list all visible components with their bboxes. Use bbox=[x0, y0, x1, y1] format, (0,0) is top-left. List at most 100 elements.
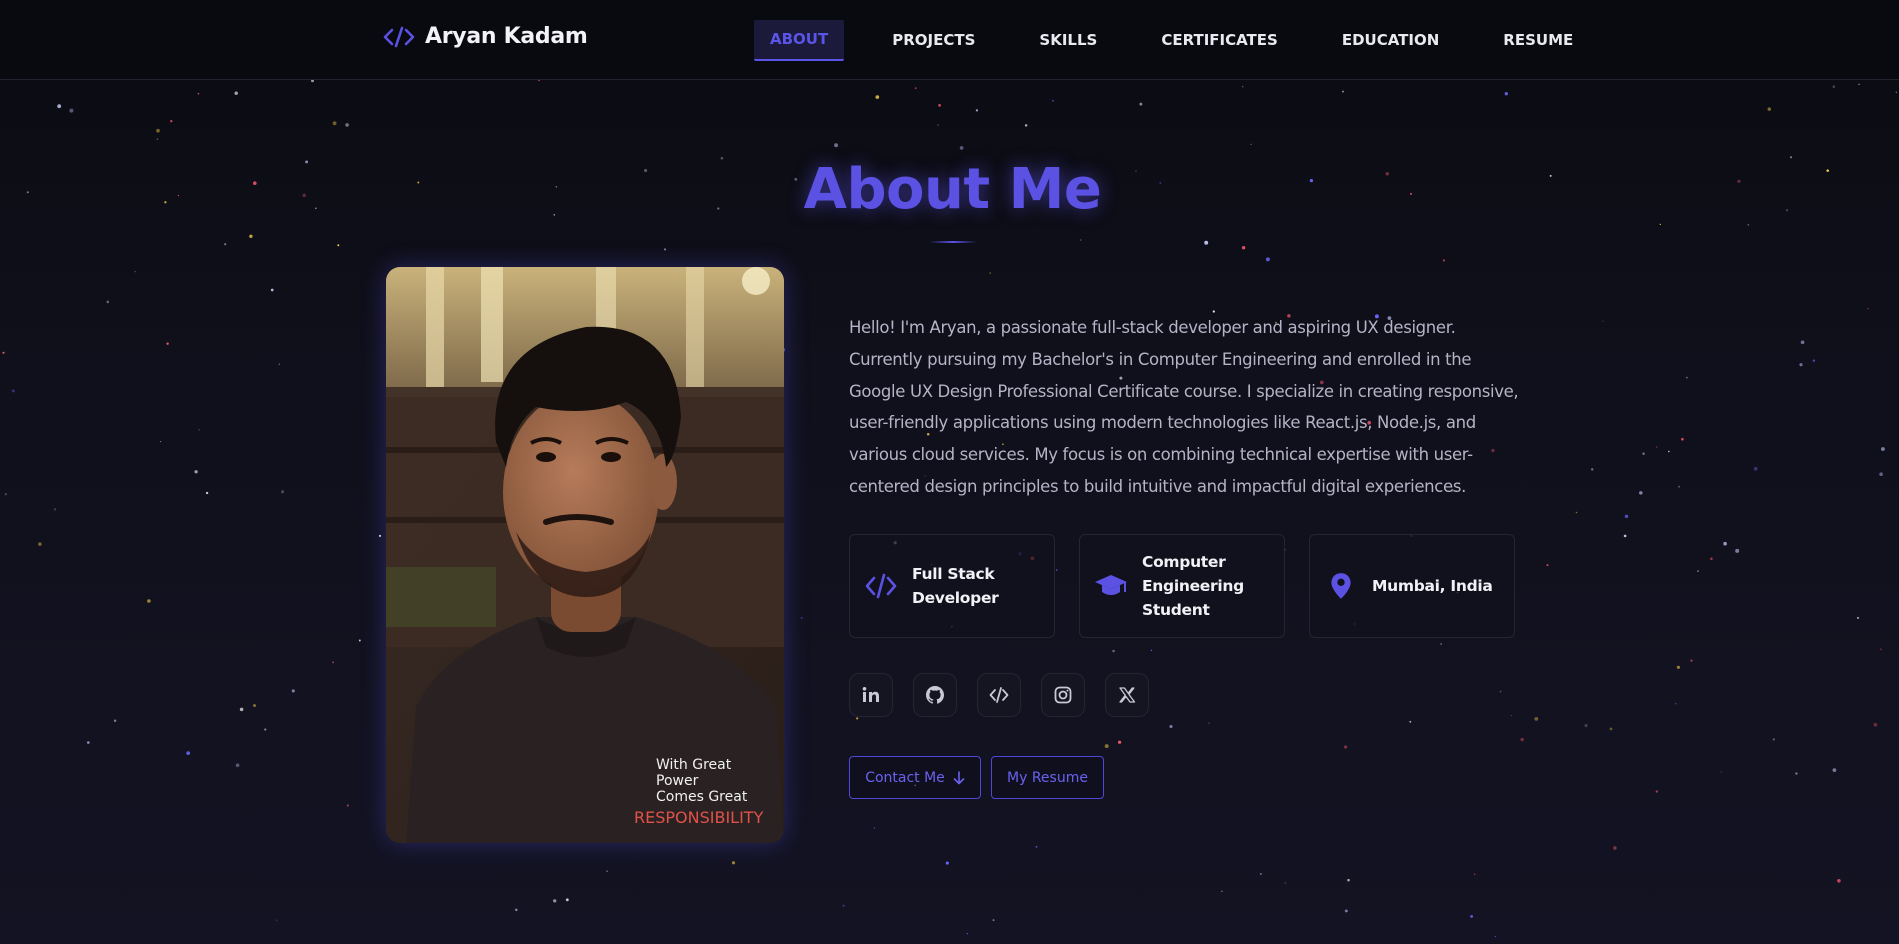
star bbox=[856, 717, 859, 720]
star bbox=[1510, 714, 1513, 717]
star bbox=[1613, 846, 1617, 850]
star bbox=[1656, 446, 1658, 448]
card-line: Mumbai, India bbox=[1372, 577, 1493, 595]
instagram-icon bbox=[1054, 686, 1072, 704]
brand-name: Aryan Kadam bbox=[425, 24, 588, 49]
star bbox=[1681, 437, 1684, 441]
linkedin-link[interactable] bbox=[849, 673, 893, 717]
bio-line: Currently pursuing my Bachelor's in Comp… bbox=[849, 349, 1472, 369]
star bbox=[332, 121, 337, 126]
star bbox=[1879, 472, 1883, 477]
star bbox=[1035, 845, 1038, 848]
star bbox=[147, 599, 151, 603]
card-line: Engineering bbox=[1142, 577, 1244, 595]
x-twitter-link[interactable] bbox=[1105, 673, 1149, 717]
nav-item-about[interactable]: ABOUT bbox=[754, 20, 845, 61]
brand[interactable]: Aryan Kadam bbox=[383, 24, 588, 49]
star bbox=[1344, 909, 1348, 913]
info-card-text: Computer Engineering Student bbox=[1142, 550, 1268, 622]
star bbox=[731, 861, 736, 865]
star bbox=[1642, 452, 1645, 455]
star bbox=[1024, 124, 1028, 127]
star bbox=[800, 616, 803, 619]
star bbox=[1139, 102, 1143, 106]
star bbox=[205, 491, 209, 495]
bio-paragraph: Hello! I'm Aryan, a passionate full-stac… bbox=[849, 312, 1519, 503]
star bbox=[186, 751, 191, 755]
instagram-link[interactable] bbox=[1041, 673, 1085, 717]
info-card-education: Computer Engineering Student bbox=[1079, 534, 1285, 638]
portrait-illustration: With Great Power Comes Great RESPONSIBIL… bbox=[386, 267, 784, 843]
star bbox=[1473, 873, 1476, 876]
star bbox=[914, 87, 917, 89]
star bbox=[1409, 720, 1412, 723]
star bbox=[170, 120, 173, 123]
star bbox=[69, 108, 74, 113]
star bbox=[278, 363, 281, 366]
nav-item-education[interactable]: EDUCATION bbox=[1326, 21, 1455, 60]
star bbox=[1494, 935, 1497, 938]
star bbox=[1639, 491, 1643, 495]
star bbox=[966, 932, 968, 935]
cta-buttons: Contact Me My Resume bbox=[849, 756, 1104, 799]
star bbox=[38, 542, 42, 546]
star bbox=[1150, 649, 1153, 652]
page-title: About Me bbox=[803, 157, 1102, 222]
star bbox=[270, 288, 274, 292]
star bbox=[346, 804, 349, 807]
github-link[interactable] bbox=[913, 673, 957, 717]
info-card-location: Mumbai, India bbox=[1309, 534, 1515, 638]
star bbox=[1204, 240, 1209, 245]
nav-item-certificates[interactable]: CERTIFICATES bbox=[1145, 21, 1294, 60]
nav-links: ABOUT PROJECTS SKILLS CERTIFICATES EDUCA… bbox=[754, 20, 1621, 61]
star bbox=[134, 270, 137, 273]
star bbox=[1812, 359, 1816, 362]
star bbox=[606, 870, 608, 873]
nav-item-projects[interactable]: PROJECTS bbox=[876, 21, 991, 60]
star bbox=[875, 95, 880, 99]
star bbox=[1678, 485, 1680, 488]
star bbox=[1772, 738, 1775, 741]
star bbox=[1676, 665, 1681, 669]
nav-item-skills[interactable]: SKILLS bbox=[1023, 21, 1113, 60]
star bbox=[1832, 85, 1835, 88]
page: Aryan Kadam ABOUT PROJECTS SKILLS CERTIF… bbox=[0, 0, 1899, 944]
code-link[interactable] bbox=[977, 673, 1021, 717]
title-underline bbox=[929, 241, 977, 243]
card-line: Student bbox=[1142, 601, 1210, 619]
star bbox=[1470, 914, 1474, 918]
star bbox=[1112, 649, 1115, 653]
navbar: Aryan Kadam ABOUT PROJECTS SKILLS CERTIF… bbox=[0, 0, 1899, 80]
star bbox=[1118, 740, 1122, 744]
linkedin-icon bbox=[862, 687, 879, 702]
star bbox=[1169, 724, 1173, 729]
nav-item-resume[interactable]: RESUME bbox=[1487, 21, 1589, 60]
card-line: Computer bbox=[1142, 553, 1226, 571]
star bbox=[1767, 107, 1772, 111]
info-card-role: Full Stack Developer bbox=[849, 534, 1055, 638]
star bbox=[224, 243, 227, 246]
card-line: Developer bbox=[912, 589, 999, 607]
bio-line: centered design principles to build intu… bbox=[849, 476, 1466, 496]
star bbox=[264, 728, 267, 731]
star bbox=[1575, 511, 1578, 514]
star bbox=[1080, 239, 1082, 241]
star bbox=[113, 719, 117, 722]
star bbox=[553, 899, 557, 903]
star bbox=[1880, 447, 1885, 451]
star bbox=[1659, 223, 1661, 225]
my-resume-button[interactable]: My Resume bbox=[991, 756, 1104, 799]
star bbox=[1499, 690, 1502, 693]
star bbox=[235, 763, 240, 768]
star bbox=[166, 342, 169, 345]
star bbox=[159, 440, 162, 443]
contact-me-button[interactable]: Contact Me bbox=[849, 756, 981, 799]
star bbox=[515, 908, 518, 912]
info-card-text: Full Stack Developer bbox=[912, 562, 1038, 610]
bio-line: Hello! I'm Aryan, a passionate full-stac… bbox=[849, 318, 1456, 337]
star bbox=[1584, 724, 1588, 728]
star bbox=[1753, 466, 1758, 471]
info-card-text: Mumbai, India bbox=[1372, 574, 1498, 598]
star bbox=[281, 490, 285, 494]
star bbox=[1832, 768, 1837, 772]
